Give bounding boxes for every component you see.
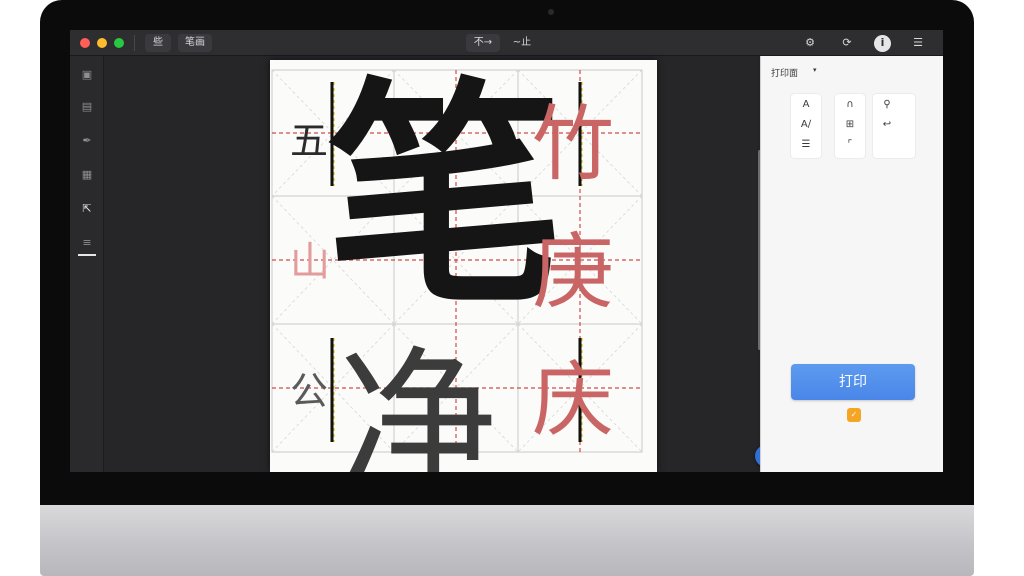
toolbar-center-label[interactable]: ~止 (508, 34, 536, 52)
info-icon[interactable]: i (874, 35, 891, 52)
frames-icon[interactable]: ▣ (78, 66, 96, 84)
brush-icon[interactable]: ✒ (78, 132, 96, 150)
titlebar: 些 笔画 不→ ~止 ⚙ ⟳ i ☰ (70, 30, 943, 56)
print-stack-icon[interactable]: ≡ (78, 234, 96, 252)
camera-dot (548, 9, 554, 15)
close-window-button[interactable] (80, 38, 90, 48)
stroke-icon[interactable]: ∩ (842, 98, 858, 112)
export-icon[interactable]: ⇱ (78, 200, 96, 218)
left-sidebar: ▣ ▤ ✒ ▦ ⇱ ≡ (70, 56, 104, 472)
text-icon[interactable]: A (798, 98, 814, 112)
chevron-down-icon[interactable]: ▾ (813, 66, 817, 74)
panel-title[interactable]: 打印面 (771, 66, 798, 79)
app-title[interactable]: 笔画 (178, 34, 212, 52)
menu-icon[interactable]: ☰ (910, 35, 926, 51)
practice-character-right-3: 庆 (532, 353, 615, 448)
print-button[interactable]: 打印 (791, 364, 915, 400)
refresh-icon[interactable]: ⟳ (839, 35, 855, 51)
app-window: 些 笔画 不→ ~止 ⚙ ⟳ i ☰ ▣ ▤ ✒ ▦ ⇱ ≡ 笔 净 五 山 公… (70, 30, 943, 472)
monitor-chin (40, 505, 974, 576)
zoom-icon[interactable]: ⚲ (879, 98, 895, 112)
titlebar-divider (134, 35, 135, 51)
calligraphy-sheet: 笔 净 五 山 公 竹 庚 庆 (270, 60, 657, 472)
folder-icon[interactable]: ▤ (78, 98, 96, 116)
practice-character-left-3: 公 (290, 369, 329, 413)
toolbar-small-button[interactable]: 些 (145, 34, 171, 52)
list-icon[interactable]: ☰ (798, 138, 814, 152)
main-character-bottom: 净 (338, 331, 499, 473)
grid-icon[interactable]: ⊞ (842, 118, 858, 132)
corner-icon[interactable]: ⌜ (842, 138, 858, 152)
practice-character-right-1: 竹 (532, 97, 615, 192)
zoom-window-button[interactable] (114, 38, 124, 48)
trash-icon[interactable]: ▦ (78, 166, 96, 184)
practice-character-right-2: 庚 (532, 225, 615, 320)
toolbar-center-button[interactable]: 不→ (466, 34, 500, 52)
active-indicator (78, 254, 96, 256)
minimize-window-button[interactable] (97, 38, 107, 48)
font-size-icon[interactable]: A∕ (798, 118, 814, 132)
gear-icon[interactable]: ⚙ (802, 35, 818, 51)
main-character-top: 笔 (326, 60, 564, 336)
tool-card-layout: ∩ ⊞ ⌜ (835, 94, 865, 158)
pen-badge-icon[interactable]: ✓ (847, 408, 861, 422)
tool-card-text: A A∕ ☰ (791, 94, 821, 158)
canvas-area: 笔 净 五 山 公 竹 庚 庆 平 印 (104, 56, 777, 472)
print-panel: 打印面 ▾ A A∕ ☰ ∩ ⊞ ⌜ ⚲ ↩ 打印 ✓ (760, 56, 943, 472)
practice-character-left-2: 山 (290, 239, 330, 285)
tool-card-view: ⚲ ↩ (873, 94, 915, 158)
hook-icon[interactable]: ↩ (879, 118, 895, 132)
practice-character-left-1: 五 (290, 119, 329, 163)
